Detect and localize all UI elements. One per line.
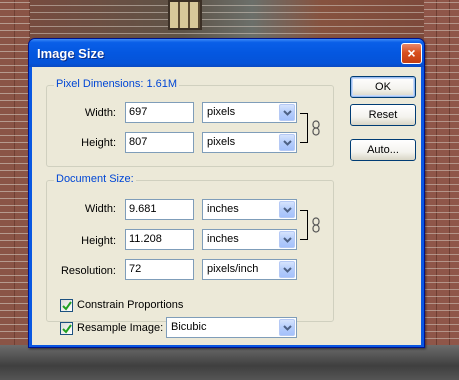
document-link-bracket bbox=[300, 210, 308, 240]
resample-image-checkbox[interactable] bbox=[60, 322, 73, 335]
close-icon: × bbox=[407, 45, 416, 61]
pixel-dimensions-group: Pixel Dimensions: 1.61M bbox=[46, 78, 334, 167]
pixel-height-label: Height: bbox=[81, 137, 116, 149]
document-width-label: Width: bbox=[84, 203, 116, 215]
document-size-legend: Document Size: bbox=[54, 173, 136, 185]
resample-image-label[interactable]: Resample Image: bbox=[77, 322, 163, 334]
resample-method: Bicubic bbox=[171, 321, 207, 333]
auto-button[interactable]: Auto... bbox=[350, 139, 416, 161]
close-button[interactable]: × bbox=[401, 43, 422, 64]
chevron-down-icon[interactable] bbox=[279, 319, 295, 336]
pixel-width-label: Width: bbox=[84, 107, 116, 119]
background-photo-bottom bbox=[0, 345, 459, 380]
constrain-proportions-label[interactable]: Constrain Proportions bbox=[77, 299, 183, 311]
checkmark-icon bbox=[62, 324, 72, 334]
image-size-dialog: Image Size × Pixel Dimensions: 1.61M Wid… bbox=[28, 38, 425, 348]
pixel-height-unit: pixels bbox=[207, 136, 236, 148]
chevron-down-icon[interactable] bbox=[279, 261, 295, 278]
chain-link-icon bbox=[312, 120, 320, 136]
checkmark-icon bbox=[62, 301, 72, 311]
document-width-unit: inches bbox=[207, 203, 239, 215]
pixel-width-unit-select[interactable]: pixels bbox=[202, 102, 297, 123]
constrain-proportions-checkbox[interactable] bbox=[60, 299, 73, 312]
pixel-height-field[interactable]: 807 bbox=[125, 132, 194, 153]
background-brick-left bbox=[0, 0, 30, 380]
chain-link-icon bbox=[312, 217, 320, 233]
resolution-label: Resolution: bbox=[60, 265, 116, 277]
chevron-down-icon[interactable] bbox=[279, 201, 295, 218]
reset-button[interactable]: Reset bbox=[350, 104, 416, 126]
pixel-dimensions-legend: Pixel Dimensions: 1.61M bbox=[54, 78, 180, 90]
document-height-field[interactable]: 11.208 bbox=[125, 229, 194, 250]
dialog-body: Pixel Dimensions: 1.61M Width: 697 pixel… bbox=[32, 67, 421, 345]
pixel-width-unit: pixels bbox=[207, 106, 236, 118]
resolution-unit-select[interactable]: pixels/inch bbox=[202, 259, 297, 280]
pixel-dimensions-size: 1.61M bbox=[146, 78, 178, 90]
resolution-field[interactable]: 72 bbox=[125, 259, 194, 280]
document-height-unit: inches bbox=[207, 233, 239, 245]
resample-method-select[interactable]: Bicubic bbox=[166, 317, 297, 338]
pixel-link-bracket bbox=[300, 113, 308, 143]
background-brick-right bbox=[424, 0, 459, 380]
dialog-title: Image Size bbox=[37, 46, 105, 61]
pixel-height-unit-select[interactable]: pixels bbox=[202, 132, 297, 153]
document-width-unit-select[interactable]: inches bbox=[202, 199, 297, 220]
chevron-down-icon[interactable] bbox=[279, 134, 295, 151]
chevron-down-icon[interactable] bbox=[279, 104, 295, 121]
resolution-unit: pixels/inch bbox=[207, 263, 259, 275]
pixel-width-field[interactable]: 697 bbox=[125, 102, 194, 123]
document-width-field[interactable]: 9.681 bbox=[125, 199, 194, 220]
background-window bbox=[168, 0, 202, 30]
chevron-down-icon[interactable] bbox=[279, 231, 295, 248]
document-height-label: Height: bbox=[81, 235, 116, 247]
ok-button[interactable]: OK bbox=[350, 76, 416, 98]
title-bar[interactable]: Image Size × bbox=[29, 39, 424, 67]
document-height-unit-select[interactable]: inches bbox=[202, 229, 297, 250]
background-photo-top bbox=[0, 0, 459, 40]
